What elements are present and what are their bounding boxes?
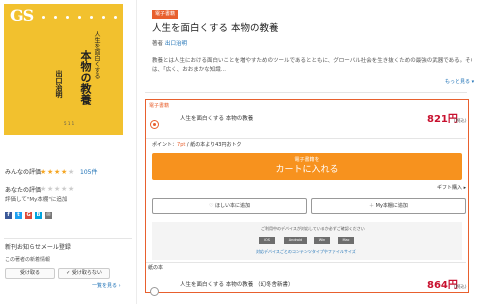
device-win-badge: Win: [314, 237, 330, 244]
column-divider: [136, 0, 137, 304]
star-empty-icon: ★: [68, 168, 75, 176]
cover-subtitle: 人生を面白くする: [93, 31, 100, 79]
more-link[interactable]: もっと見る ▾: [445, 80, 474, 85]
ebook-option-label: 電子書籍: [149, 103, 170, 109]
heart-icon: ♡: [208, 203, 214, 209]
star-empty-icon[interactable]: ★: [40, 186, 46, 193]
googleplus-icon[interactable]: G: [25, 212, 32, 219]
publisher-logo: GS: [10, 6, 34, 25]
facebook-icon[interactable]: f: [5, 212, 12, 219]
rating-stars: ★ ★ ★ ★ ★: [40, 169, 80, 177]
ebook-badge: 電子書籍: [152, 10, 178, 19]
paper-option-label: 紙の本: [148, 265, 164, 271]
ebook-option-name: 人生を面白くする 本物の教養: [180, 116, 254, 122]
device-info-link[interactable]: 対応デバイスごとのコンテンツタイプやファイルサイズ: [256, 250, 356, 254]
cart-main-label: カートに入れる: [275, 165, 339, 175]
cover-author: 出口治明: [55, 70, 64, 98]
chevron-right-icon: ›: [118, 283, 121, 289]
no-receive-label: 受け取らない: [71, 270, 102, 276]
notify-sub: この著者の新着情報: [5, 257, 51, 263]
description-line: は、「広く、おおまかな知識...: [152, 67, 226, 73]
notify-list-link[interactable]: 一覧を見る ›: [92, 284, 121, 289]
star-empty-icon[interactable]: ★: [54, 186, 60, 193]
wishlist-label: ほしい本に追加: [215, 203, 251, 209]
description: 教養とは人生における面白いことを増やすためのツールであるとともに、グローバル社会…: [152, 57, 472, 75]
star-icon: ★: [54, 168, 61, 176]
list-link-label: 一覧を見る: [92, 283, 118, 289]
gift-purchase-link[interactable]: ギフト購入 ▸: [437, 186, 466, 191]
author-label: 著者: [152, 41, 164, 47]
my-shelf-hint: 評価して"My本棚"に追加: [5, 197, 68, 203]
star-empty-icon[interactable]: ★: [47, 186, 53, 193]
star-empty-icon[interactable]: ★: [61, 186, 67, 193]
twitter-icon[interactable]: t: [15, 212, 22, 219]
cart-sub-label: 電子書籍を: [294, 157, 320, 163]
description-line: 教養とは人生における面白いことを増やすためのツールであるとともに、グローバル社会…: [152, 58, 472, 64]
device-mac-badge: Mac: [338, 237, 354, 244]
myshelf-label: My本棚に追加: [375, 203, 408, 209]
radio-selected-dot: [153, 123, 156, 126]
check-icon: ✓: [66, 270, 71, 276]
notify-heading: 新刊お知らせメール登録: [5, 244, 71, 251]
plus-icon: ＋: [369, 203, 375, 209]
points-prefix: ポイント：: [152, 142, 178, 148]
star-icon: ★: [40, 168, 47, 176]
star-icon: ★: [47, 168, 54, 176]
mail-icon[interactable]: ✉: [45, 212, 52, 219]
star-icon: ★: [61, 168, 68, 176]
add-wishlist-button[interactable]: ♡ ほしい本に追加: [152, 198, 307, 214]
hatena-icon[interactable]: B: [35, 212, 42, 219]
divider: [145, 92, 467, 93]
points-info: ポイント：7pt / 紙の本より43円おトク: [152, 143, 241, 148]
add-to-cart-button[interactable]: 電子書籍を カートに入れる: [152, 153, 462, 180]
divider: [146, 262, 466, 263]
your-rating-stars[interactable]: ★ ★ ★ ★ ★: [40, 186, 80, 194]
book-cover[interactable]: GS 人生を面白くする 本物の教養 出口治明 5 1 1: [4, 4, 123, 135]
no-receive-button[interactable]: ✓ 受け取らない: [58, 268, 110, 279]
paper-radio[interactable]: [150, 287, 159, 296]
cover-title: 本物の教養: [79, 50, 92, 105]
device-ios-badge: iOS: [259, 237, 275, 244]
rating-yours-label: あなたの評価: [5, 187, 42, 194]
chevron-down-icon: ▾: [471, 79, 475, 85]
receive-button[interactable]: 受け取る: [5, 268, 55, 279]
ebook-radio[interactable]: [150, 120, 159, 129]
author-link[interactable]: 出口治明: [165, 41, 187, 48]
device-notice: ご利用中のデバイスが対応しているか必ずご確認ください: [261, 226, 365, 231]
rating-everyone-label: みんなの評価: [5, 169, 42, 176]
rating-count[interactable]: 105件: [80, 170, 97, 176]
cover-number: 5 1 1: [64, 121, 75, 126]
paper-option-name: 人生を面白くする 本物の教養 （幻冬舎新書）: [180, 282, 294, 288]
add-myshelf-button[interactable]: ＋ My本棚に追加: [311, 198, 466, 214]
divider: [4, 238, 132, 239]
purchase-panel: [145, 99, 469, 293]
star-empty-icon[interactable]: ★: [68, 186, 74, 193]
more-label: もっと見る: [445, 79, 471, 85]
ebook-tax-note: (税込): [454, 119, 467, 124]
divider: [146, 138, 466, 139]
paper-tax-note: (税込): [454, 285, 467, 290]
device-android-badge: Android: [284, 237, 307, 244]
cover-decoration: [42, 16, 117, 19]
page-title: 人生を面白くする 本物の教養: [152, 23, 279, 34]
points-suffix: / 紙の本より43円おトク: [185, 142, 242, 148]
